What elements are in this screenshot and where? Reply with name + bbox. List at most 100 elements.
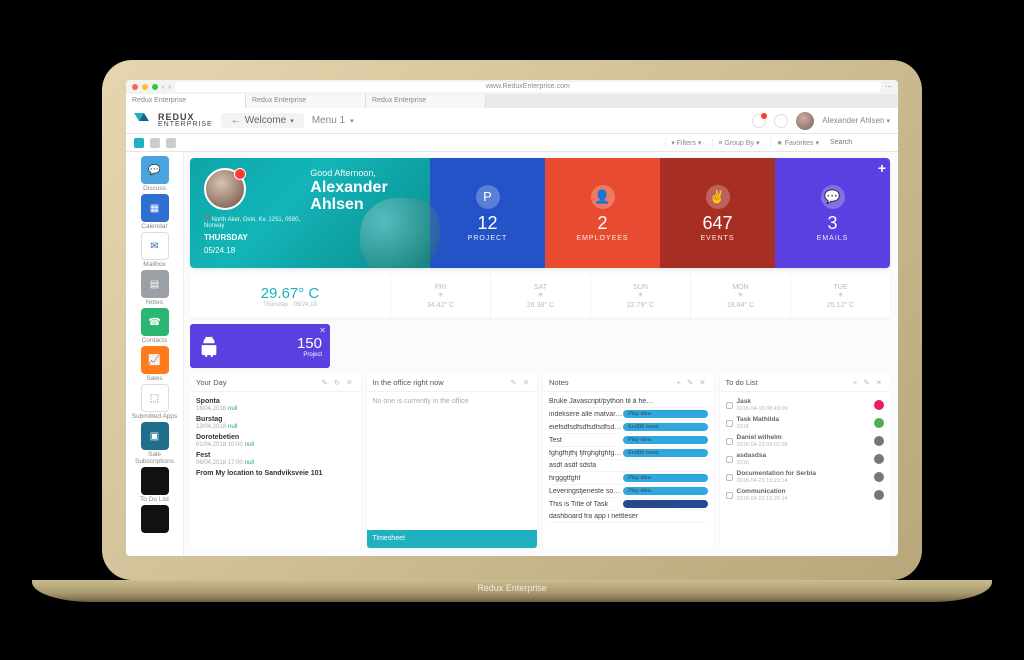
app-sidebar: 💬Discuss▦Calendar✉Mailbox▤Notes☎Contacts… (126, 152, 184, 556)
android-icon (198, 335, 220, 357)
your-day-item[interactable]: Sponta16/04,2018 null (196, 396, 355, 414)
stat-emails[interactable]: 💬 3 EMAILS (775, 158, 890, 268)
view-grid-icon[interactable] (150, 138, 160, 148)
activity-icon[interactable] (752, 114, 766, 128)
todo-row[interactable]: Task Mathilda2018 (726, 414, 885, 432)
sidebar-item[interactable]: 📈Sales (132, 346, 178, 382)
user-avatar[interactable] (796, 112, 814, 130)
browser-tab[interactable]: Redux Enterprise (366, 94, 486, 108)
your-day-item[interactable]: Fest06/04,2018 17:00 null (196, 450, 355, 468)
sidebar-label: Contacts (132, 337, 178, 344)
emails-icon: 💬 (821, 185, 845, 209)
nav-back-icon[interactable]: ‹ (162, 84, 164, 91)
note-row[interactable]: This is Title of TaskSerial Medical Sant (549, 498, 708, 511)
sidebar-item[interactable]: To Do List (132, 467, 178, 503)
sidebar-item[interactable]: ▤Notes (132, 270, 178, 306)
weather-day: SUN☀22.79° C (590, 274, 690, 318)
browser-tab[interactable]: Redux Enterprise (246, 94, 366, 108)
note-row[interactable]: Bruke Javascript/python til å he… (549, 396, 708, 408)
groupby-button[interactable]: ≡ Group By (712, 138, 764, 148)
app-header: REDUX ENTERPRISE ← Welcome ▾ Menu 1 Alex… (126, 108, 898, 134)
filters-button[interactable]: ▾ Filters (665, 138, 706, 148)
card-title: Notes (549, 378, 569, 387)
card-office: In the office right now✎ ✕ No one is cur… (367, 374, 538, 548)
checkbox[interactable] (726, 456, 733, 463)
sidebar-item[interactable]: ✉Mailbox (132, 232, 178, 268)
window-max[interactable] (152, 84, 158, 90)
add-widget-icon[interactable]: + (878, 160, 886, 176)
note-row[interactable]: hrgggtfghfPlay idea (549, 472, 708, 485)
window-close[interactable] (132, 84, 138, 90)
weather-today: 29.67° C Thursday · 05/24.18 (190, 274, 390, 318)
sidebar-item[interactable]: ▣Sale Subscriptions (132, 422, 178, 465)
sidebar-label: Discuss (132, 185, 178, 192)
sidebar-label: Notes (132, 299, 178, 306)
sidebar-item[interactable]: ☎Contacts (132, 308, 178, 344)
note-row[interactable]: Leveringstjeneste som er en bla…Play ide… (549, 485, 708, 498)
checkbox[interactable] (726, 402, 733, 409)
view-card-icon[interactable] (134, 138, 144, 148)
user-menu[interactable]: Alexander Ahlsen (822, 116, 890, 125)
sidebar-item[interactable]: ▦Calendar (132, 194, 178, 230)
assignee-avatar (874, 418, 884, 428)
menu-1[interactable]: Menu 1 (312, 115, 354, 126)
sidebar-label: Submitted Apps (132, 413, 178, 420)
todo-row[interactable]: asdasdsa2018 (726, 450, 885, 468)
chat-icon[interactable] (774, 114, 788, 128)
todo-row[interactable]: Daniel wilhelm2018-04-23 08:01:08 (726, 432, 885, 450)
note-row[interactable]: indeksere alle matvarer hjemm…Play idea (549, 408, 708, 421)
todo-row[interactable]: Documentation for Serbia2018-04-23 15:23… (726, 468, 885, 486)
stat-events[interactable]: ✌ 647 EVENTS (660, 158, 775, 268)
weather-day: FRI☀34.42° C (390, 274, 490, 318)
sidebar-icon: ✉ (141, 232, 169, 260)
chevron-down-icon: ▾ (290, 117, 294, 125)
back-arrow-icon[interactable]: ← (231, 115, 241, 126)
card-actions[interactable]: ✎ ✕ (510, 378, 531, 387)
close-icon[interactable]: ✕ (319, 326, 326, 335)
browser-menu-icon[interactable]: ⋯ (885, 83, 892, 91)
stat-employees[interactable]: 👤 2 EMPLOYEES (545, 158, 660, 268)
note-row[interactable]: asdf asdf sdsfa (549, 460, 708, 472)
your-day-item[interactable]: Burstag13/04,2018 null (196, 414, 355, 432)
sidebar-label: Sale Subscriptions (132, 451, 178, 465)
window-min[interactable] (142, 84, 148, 90)
hero-banner: + North Aker, Oslo, Kv. 1251, 0580, Norw… (190, 158, 890, 268)
url-field[interactable]: www.ReduxEnterprise.com (175, 82, 881, 92)
note-row[interactable]: dashboard fra app i nettleser (549, 511, 708, 523)
view-list-icon[interactable] (166, 138, 176, 148)
tab-strip: Redux Enterprise Redux Enterprise Redux … (126, 94, 898, 108)
search-input[interactable] (830, 139, 890, 146)
laptop-base-label: Redux Enterprise (32, 580, 992, 602)
checkbox[interactable] (726, 420, 733, 427)
sidebar-item[interactable]: 💬Discuss (132, 156, 178, 192)
checkbox[interactable] (726, 474, 733, 481)
sidebar-label: To Do List (132, 496, 178, 503)
assignee-avatar (874, 400, 884, 410)
your-day-item[interactable]: Dorotebetien01/04,2018 10:00 null (196, 432, 355, 450)
profile-avatar[interactable] (204, 168, 246, 210)
checkbox[interactable] (726, 438, 733, 445)
todo-row[interactable]: Communication2018-04-23 15:26:14 (726, 486, 885, 504)
sidebar-item[interactable] (132, 505, 178, 534)
checkbox[interactable] (726, 492, 733, 499)
stat-project[interactable]: P 12 PROJECT (430, 158, 545, 268)
note-row[interactable]: eiefsdfsdfsdfsdfsdfsdfsdEnd06 news (549, 421, 708, 434)
sidebar-icon (141, 467, 169, 495)
browser-tab[interactable]: Redux Enterprise (126, 94, 246, 108)
your-day-item[interactable]: From My location to Sandviksveie 101 (196, 468, 355, 479)
favorites-button[interactable]: ★ Favorites (770, 138, 824, 148)
timesheet-button[interactable]: Timesheet (367, 530, 538, 548)
card-actions[interactable]: + ✎ ✕ (853, 378, 884, 387)
card-actions[interactable]: ✎ ↻ ✕ (321, 378, 354, 387)
sidebar-icon: ☎ (141, 308, 169, 336)
hero-day: THURSDAY (204, 233, 300, 242)
sidebar-item[interactable]: ⬚Submitted Apps (132, 384, 178, 420)
welcome-dropdown[interactable]: ← Welcome ▾ (221, 113, 304, 128)
project-tile[interactable]: ✕ 150 Project (190, 324, 330, 368)
nav-fwd-icon[interactable]: › (168, 84, 170, 91)
sidebar-icon (141, 505, 169, 533)
note-row[interactable]: TestPlay idea (549, 434, 708, 447)
card-actions[interactable]: + ✎ ✕ (676, 378, 707, 387)
note-row[interactable]: fghgfhjfhj fjfrghgfghfghgfhjfh dg…End06 … (549, 447, 708, 460)
todo-row[interactable]: Jask2018-04-18 08:49:09 (726, 396, 885, 414)
